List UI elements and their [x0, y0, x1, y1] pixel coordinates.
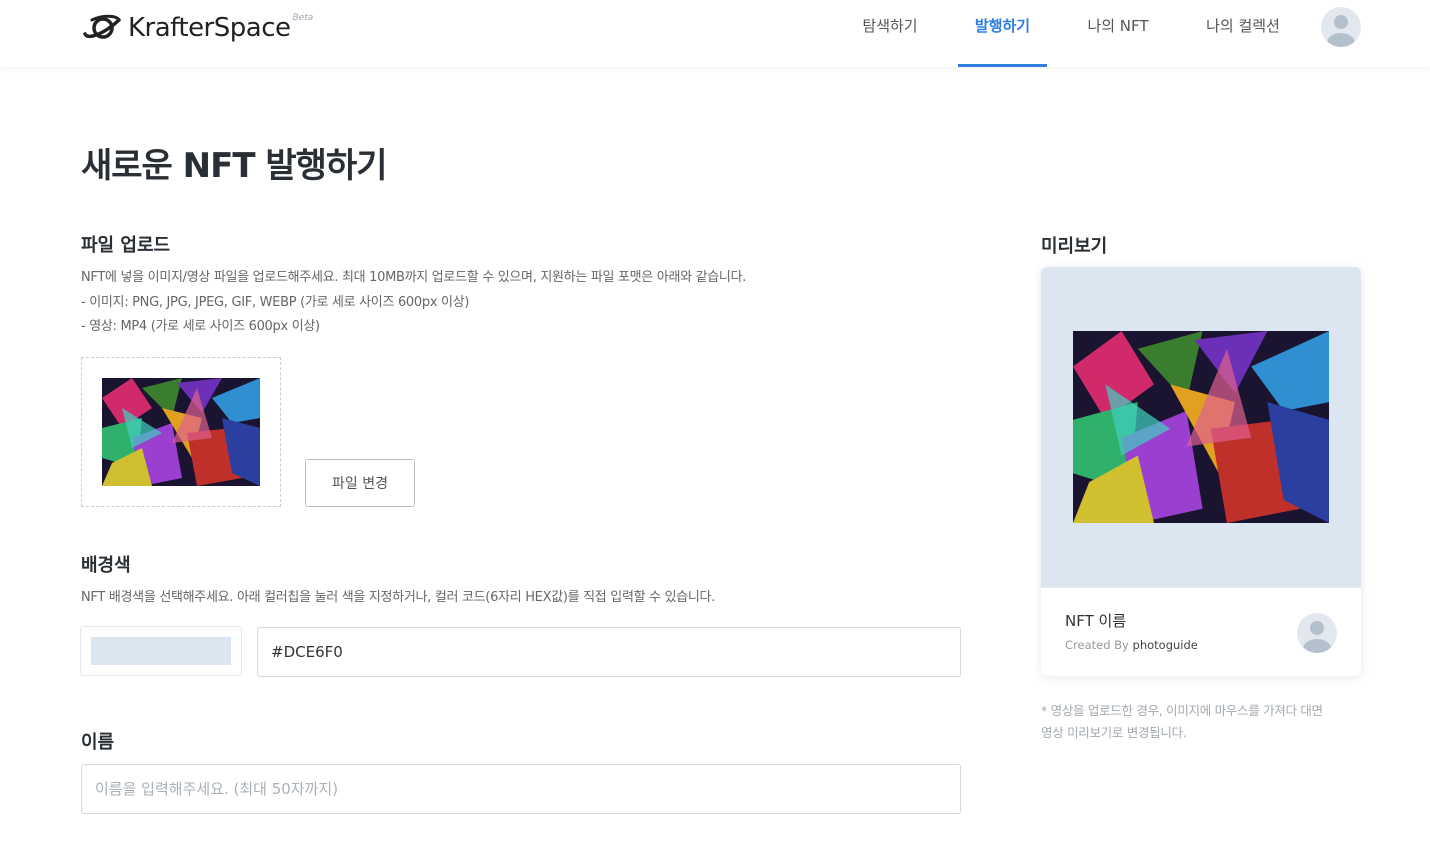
nav-explore[interactable]: 탐색하기 — [845, 0, 935, 67]
user-avatar-icon[interactable] — [1321, 7, 1361, 47]
site-logo[interactable]: KrafterSpace Beta — [82, 10, 313, 46]
upload-desc-line: - 이미지: PNG, JPG, JPEG, GIF, WEBP (가로 세로 … — [81, 294, 470, 310]
preview-note-line: 영상 미리보기로 변경됩니다. — [1041, 725, 1187, 740]
nft-name-input[interactable] — [81, 764, 961, 814]
creator-name: photoguide — [1132, 638, 1198, 652]
preview-image[interactable] — [1073, 331, 1329, 523]
nav-mint[interactable]: 발행하기 — [958, 0, 1047, 67]
upload-section-title: 파일 업로드 — [81, 235, 171, 256]
preview-creator-line: Created By photoguide — [1065, 638, 1198, 652]
upload-desc-line: NFT에 넣을 이미지/영상 파일을 업로드해주세요. 최대 10MB까지 업로… — [81, 270, 747, 285]
color-swatch — [91, 637, 231, 665]
logo-text: KrafterSpace — [128, 13, 291, 43]
nft-preview-card: NFT 이름 Created By photoguide — [1041, 267, 1361, 676]
background-section-title: 배경색 — [81, 555, 131, 576]
change-file-button[interactable]: 파일 변경 — [305, 459, 415, 507]
nav-my-nft[interactable]: 나의 NFT — [1075, 0, 1161, 67]
upload-desc-line: - 영상: MP4 (가로 세로 사이즈 600px 이상) — [81, 319, 320, 334]
file-upload-dropzone[interactable] — [81, 357, 281, 507]
preview-section-title: 미리보기 — [1041, 236, 1108, 257]
hex-color-input[interactable] — [257, 627, 961, 677]
upload-description: NFT에 넣을 이미지/영상 파일을 업로드해주세요. 최대 10MB까지 업로… — [81, 266, 981, 340]
preview-nft-name: NFT 이름 — [1065, 612, 1127, 630]
preview-note: * 영상을 업로드한 경우, 이미지에 마우스를 가져다 대면 영상 미리보기로… — [1041, 700, 1361, 744]
created-by-label: Created By — [1065, 638, 1129, 652]
preview-card-footer: NFT 이름 Created By photoguide — [1041, 587, 1361, 676]
creator-avatar-icon — [1297, 613, 1337, 653]
color-chip-button[interactable] — [80, 626, 242, 676]
page-title: 새로운 NFT 발행하기 — [81, 146, 388, 186]
top-header: KrafterSpace Beta 탐색하기 발행하기 나의 NFT 나의 컬렉… — [0, 0, 1430, 67]
beta-badge: Beta — [292, 13, 314, 23]
name-section-title: 이름 — [81, 732, 115, 753]
planet-ring-logo-icon — [83, 14, 121, 39]
nav-my-collection[interactable]: 나의 컬렉션 — [1192, 0, 1294, 67]
uploaded-image-thumbnail — [102, 378, 260, 486]
preview-note-line: * 영상을 업로드한 경우, 이미지에 마우스를 가져다 대면 — [1041, 703, 1323, 718]
background-description: NFT 배경색을 선택해주세요. 아래 컬러칩을 눌러 색을 지정하거나, 컬러… — [81, 590, 716, 605]
